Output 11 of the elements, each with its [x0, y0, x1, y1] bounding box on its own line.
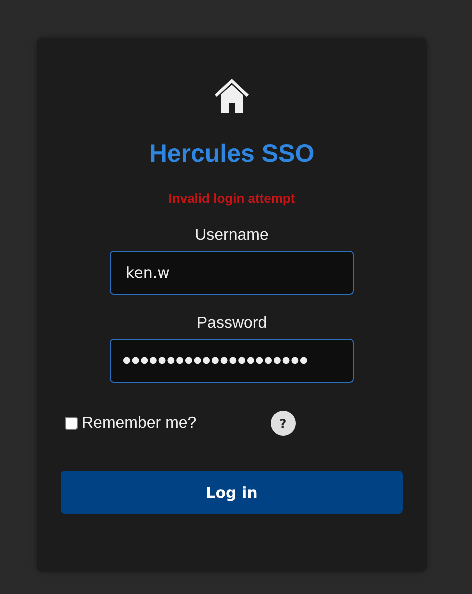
- field-label: Username: [195, 227, 269, 245]
- help-button[interactable]: ?: [270, 411, 296, 436]
- field-label: Password: [196, 315, 268, 333]
- input-field[interactable]: ●●●●●●●●●●●●●●●●●●●●●: [110, 339, 354, 383]
- app-title: Hercules SSO: [149, 139, 315, 169]
- input-field[interactable]: ken.w: [110, 251, 354, 295]
- remember-checkbox[interactable]: [65, 417, 78, 430]
- checkbox-label: Remember me?: [82, 414, 197, 432]
- error-message: Invalid login attempt: [168, 191, 296, 207]
- house-icon: [214, 78, 250, 114]
- login-button[interactable]: Log in: [61, 471, 403, 514]
